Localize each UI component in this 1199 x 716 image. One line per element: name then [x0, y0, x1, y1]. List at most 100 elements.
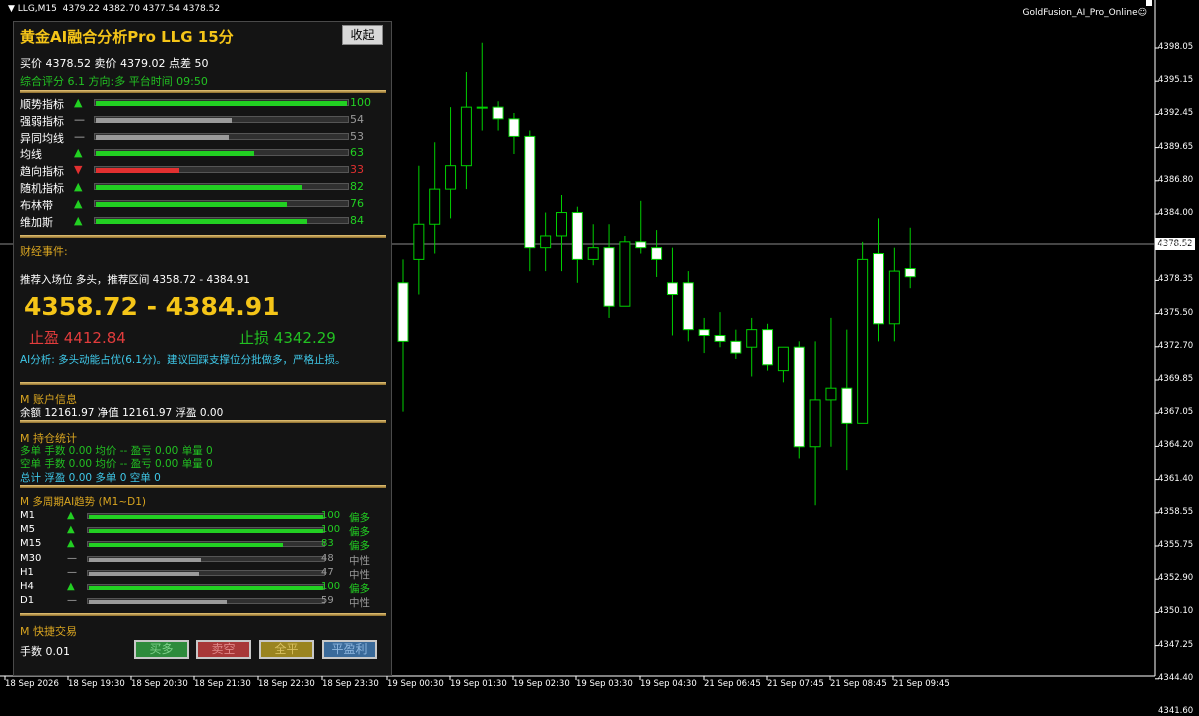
price-tick-label: 4361.40 [1158, 473, 1194, 484]
indicator-bar [94, 199, 349, 207]
candle-body [524, 135, 536, 249]
candle [397, 259, 409, 412]
divider [20, 613, 386, 616]
candle [413, 165, 425, 295]
mtf-timeframe: M5 [20, 524, 35, 536]
candle [429, 142, 441, 254]
candle-body [746, 329, 758, 348]
time-tick-label: 19 Sep 01:30 [450, 679, 507, 689]
buy-button[interactable]: 买多 [134, 640, 189, 659]
candle-body [445, 165, 457, 190]
indicator-name: 强弱指标 [20, 114, 64, 128]
flat-dash-icon: — [74, 129, 85, 143]
candle-body [873, 253, 884, 325]
price-tick-label: 4358.55 [1158, 506, 1194, 517]
candle [476, 42, 488, 131]
ohlc-readout: 4379.22 4382.70 4377.54 4378.52 [62, 4, 221, 14]
price-tick-label: 4389.65 [1158, 141, 1194, 152]
candle-body [476, 106, 488, 109]
candle [666, 247, 678, 336]
lot-size[interactable]: 手数 0.01 [20, 643, 70, 659]
candle [904, 227, 916, 289]
candle-body [777, 346, 789, 372]
mtf-bias: 偏多 [349, 583, 370, 595]
candle [714, 312, 726, 348]
mtf-bias: 偏多 [349, 526, 370, 539]
mtf-timeframe: M30 [20, 552, 42, 564]
mtf-bar-fill [89, 557, 202, 562]
candle-body [619, 241, 631, 307]
candle [619, 235, 631, 307]
price-tick-label: 4395.15 [1158, 75, 1194, 86]
mtf-value: 100 [321, 524, 341, 536]
collapse-button[interactable]: 收起 [342, 25, 383, 45]
time-tick-label: 19 Sep 00:30 [387, 679, 444, 689]
time-tick-label: 18 Sep 22:30 [258, 679, 315, 689]
candle-body [888, 270, 900, 325]
arrow-up-icon: ▲ [67, 510, 75, 521]
price-tick-label: 4386.80 [1158, 174, 1194, 185]
candle-body [857, 258, 869, 424]
mtf-bias: 中性 [349, 597, 370, 610]
candle-body [460, 106, 472, 167]
candle [809, 341, 821, 506]
mtf-bar-fill [89, 515, 323, 519]
indicator-bar [94, 183, 349, 190]
positions-total: 总计 浮盈 0.00 多单 0 空单 0 [20, 472, 161, 484]
candle [571, 206, 583, 283]
divider [20, 420, 386, 423]
mtf-title: M 多周期AI趋势 (M1~D1) [20, 496, 147, 508]
sell-button[interactable]: 卖空 [196, 640, 251, 659]
candle-body [603, 247, 615, 307]
price-tick-label: 4381.15 [1158, 241, 1194, 252]
mtf-value: 59 [321, 595, 334, 607]
candle [777, 346, 789, 383]
indicator-bar [94, 99, 349, 106]
mtf-bias: 中性 [349, 554, 370, 567]
mtf-value: 48 [321, 552, 334, 564]
candle [698, 317, 710, 354]
arrow-up-icon: ▲ [67, 524, 75, 536]
price-tick-label: 4372.70 [1158, 340, 1194, 351]
stop-loss: 止损 4342.29 [239, 327, 336, 348]
mtf-bar [87, 584, 325, 590]
mtf-timeframe: H4 [20, 581, 34, 592]
indicator-bar-fill [96, 117, 232, 123]
candle-body [682, 282, 694, 331]
close-all-button[interactable]: 全平 [259, 640, 314, 659]
indicator-bar [94, 115, 349, 123]
arrow-down-icon: ▼ [74, 163, 83, 177]
chart-shift-marker[interactable] [1146, 0, 1152, 6]
candle [635, 200, 647, 254]
chart-header: ▼ LLG,M15 4379.22 4382.70 4377.54 4378.5… [8, 4, 221, 14]
price-tick-label: 4392.45 [1158, 108, 1194, 119]
mtf-value: 100 [321, 510, 341, 521]
mtf-bar [87, 527, 325, 534]
candle [556, 194, 567, 272]
arrow-up-icon: ▲ [74, 180, 83, 193]
indicator-bar-fill [96, 134, 230, 140]
mtf-value: 83 [321, 538, 334, 550]
candle-body [730, 340, 742, 354]
time-tick-label: 21 Sep 07:45 [767, 679, 824, 689]
indicator-value: 53 [350, 129, 364, 143]
mtf-timeframe: M15 [20, 538, 42, 550]
sl-label: 止损 [239, 329, 270, 347]
arrow-up-icon: ▲ [74, 196, 83, 210]
indicator-value: 100 [350, 96, 371, 109]
price-tick-label: 4369.85 [1158, 374, 1194, 384]
price-tick-label: 4375.50 [1158, 307, 1194, 318]
candle [825, 317, 837, 447]
close-profit-button[interactable]: 平盈利 [322, 640, 377, 659]
sl-value: 4342.29 [273, 329, 336, 347]
divider [20, 485, 386, 488]
candle-body [904, 268, 916, 278]
mtf-value: 100 [321, 581, 341, 592]
time-tick-label: 19 Sep 02:30 [513, 679, 570, 689]
mtf-timeframe: H1 [20, 566, 34, 578]
account-line: 余额 12161.97 净值 12161.97 浮盈 0.00 [20, 407, 224, 419]
candle [730, 329, 742, 359]
take-profit: 止盈 4412.84 [29, 327, 126, 348]
candle-body [492, 106, 504, 120]
price-tick-label: 4347.25 [1158, 639, 1194, 650]
